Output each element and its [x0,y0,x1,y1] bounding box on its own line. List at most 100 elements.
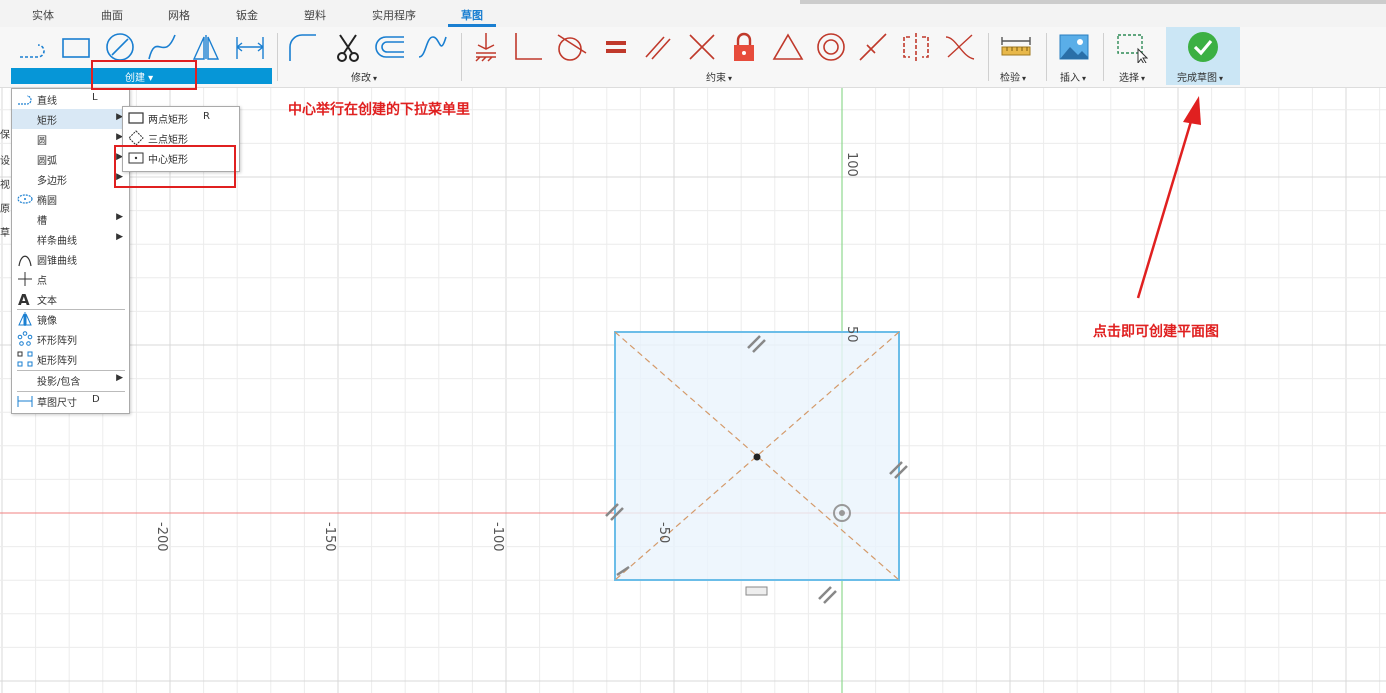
menu-item-shortcut: L [92,92,98,103]
circular-pattern-icon [17,331,33,346]
circle-tool-icon[interactable] [104,31,136,63]
spline-tool-icon[interactable] [146,31,178,63]
rectangle-tool-icon[interactable] [60,31,92,63]
line-tool-icon[interactable] [16,31,48,63]
menu-item-label: 镜像 [37,316,57,327]
menu-item-conic-curve[interactable]: 圆锥曲线 [12,249,129,269]
menu-item-shortcut: R [203,111,210,122]
annotation-arrow [1136,96,1201,299]
inspect-dropdown[interactable]: 检验 ▾ [1000,69,1026,84]
center-point[interactable] [753,453,761,461]
insert-image-icon[interactable] [1058,31,1090,63]
trim-scissors-icon[interactable] [332,31,364,63]
browser-edge-text: 视 [0,180,10,191]
chevron-down-icon: ▾ [1219,74,1224,83]
fix-lock-icon[interactable] [728,31,760,63]
title-strip [800,0,1386,4]
text-icon: A [18,291,30,307]
tab-utilities[interactable]: 实用程序 [372,7,416,23]
collinear-constraint-icon[interactable] [686,31,718,63]
menu-item-label: 点 [37,276,47,287]
fillet-tool-icon[interactable] [286,31,318,63]
menu-item-ellipse[interactable]: 椭圆 [12,189,129,209]
annotation-box-create [91,60,197,90]
curvature-constraint-icon[interactable] [944,31,976,63]
annotation-box-center-rectangle [114,145,236,188]
tab-mesh[interactable]: 网格 [168,7,190,23]
menu-item-label: 文本 [37,296,57,307]
menu-item-text[interactable]: A 文本 [12,289,129,309]
select-window-icon[interactable] [1116,31,1148,63]
insert-dropdown[interactable]: 插入 ▾ [1060,69,1086,84]
project-curve-icon[interactable] [416,31,448,63]
select-label: 选择 [1119,73,1139,84]
x-tick-label: -50 [656,522,671,543]
measure-ruler-icon[interactable] [1000,31,1032,63]
tab-plastic[interactable]: 塑料 [304,7,326,23]
offset-tool-icon[interactable] [374,31,406,63]
menu-item-label: 矩形阵列 [37,356,77,367]
menu-item-two-point-rectangle[interactable]: 两点矩形 R [123,108,239,128]
menu-item-spline[interactable]: 样条曲线 ▶ [12,229,129,249]
modify-dropdown[interactable]: 修改 ▾ [351,69,377,84]
three-point-rectangle-icon [128,130,144,146]
menu-item-label: 草图尺寸 [37,398,77,409]
submenu-arrow-icon: ▶ [116,232,123,242]
equal-constraint-icon[interactable] [600,31,632,63]
chevron-down-icon: ▾ [1141,74,1146,83]
triangle-constraint-icon[interactable] [772,31,804,63]
svg-text:A: A [18,291,30,307]
constraints-dropdown[interactable]: 约束 ▾ [706,69,732,84]
separator [1046,33,1047,81]
menu-item-label: 圆弧 [37,156,57,167]
chevron-down-icon: ▾ [1022,74,1027,83]
separator [1103,33,1104,81]
coincident-constraint-icon[interactable] [470,31,502,63]
finish-sketch-check-icon[interactable] [1187,31,1219,63]
tangent-constraint-icon[interactable] [556,31,588,63]
chevron-down-icon: ▾ [1082,74,1087,83]
menu-item-label: 直线 [37,96,57,107]
menu-item-rectangle[interactable]: 矩形 ▶ [12,109,129,129]
menu-item-rectangular-pattern[interactable]: 矩形阵列 [12,349,129,369]
menu-item-polygon[interactable]: 多边形 ▶ [12,169,129,189]
x-tick-label: -150 [322,522,337,552]
origin-dot [839,510,845,516]
separator [988,33,989,81]
menu-item-label: 环形阵列 [37,336,77,347]
dimension-tool-icon[interactable] [234,31,266,63]
menu-item-slot[interactable]: 槽 ▶ [12,209,129,229]
concentric-constraint-icon[interactable] [815,31,847,63]
parallel-constraint-icon[interactable] [642,31,674,63]
finish-sketch-dropdown[interactable]: 完成草图 ▾ [1177,69,1223,84]
menu-item-arc[interactable]: 圆弧 ▶ [12,149,129,169]
x-tick-label: -200 [154,522,169,552]
menu-item-sketch-dimension[interactable]: 草图尺寸 D [12,391,129,411]
menu-item-project-include[interactable]: 投影/包含 ▶ [12,370,129,390]
separator [461,33,462,81]
insert-label: 插入 [1060,73,1080,84]
menu-item-circle[interactable]: 圆 ▶ [12,129,129,149]
chevron-down-icon: ▾ [728,74,733,83]
menu-item-mirror[interactable]: 镜像 [12,309,129,329]
symmetry-constraint-icon[interactable] [900,31,932,63]
tab-sheet-metal[interactable]: 钣金 [236,7,258,23]
menu-item-label: 椭圆 [37,196,57,207]
tab-solid[interactable]: 实体 [32,7,54,23]
inspect-label: 检验 [1000,73,1020,84]
ribbon-tabs: 实体 曲面 网格 钣金 塑料 实用程序 草图 [0,0,1386,27]
perpendicular-constraint-icon[interactable] [512,31,544,63]
chevron-down-icon: ▾ [373,74,378,83]
menu-item-label: 投影/包含 [37,377,81,388]
mirror-icon [18,312,32,326]
conic-curve-icon [18,255,32,267]
mirror-tool-icon[interactable] [190,31,222,63]
midpoint-constraint-icon[interactable] [857,31,889,63]
select-dropdown[interactable]: 选择 ▾ [1119,69,1145,84]
tab-sketch[interactable]: 草图 [461,7,483,23]
menu-item-line[interactable]: 直线 L [12,89,129,109]
tab-surface[interactable]: 曲面 [101,7,123,23]
menu-item-point[interactable]: 点 [12,269,129,289]
submenu-arrow-icon: ▶ [116,373,123,383]
menu-item-circular-pattern[interactable]: 环形阵列 [12,329,129,349]
